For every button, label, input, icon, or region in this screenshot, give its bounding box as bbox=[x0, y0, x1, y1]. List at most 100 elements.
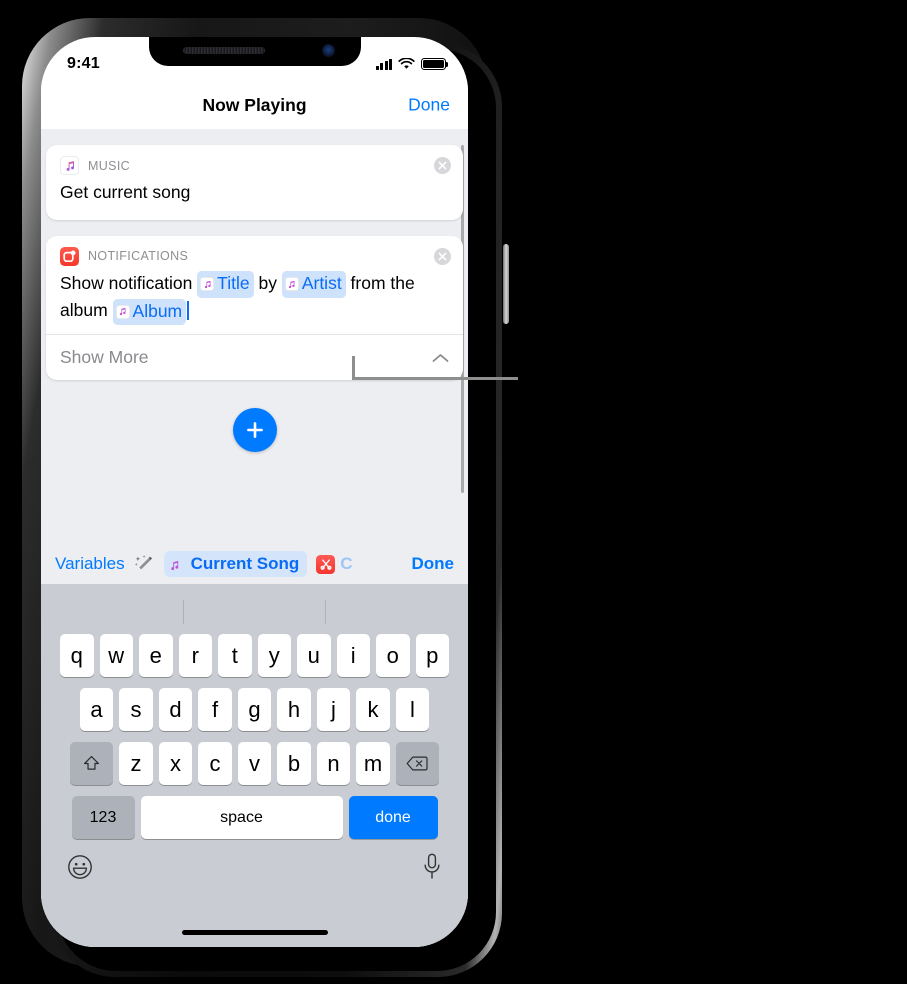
key-m[interactable]: m bbox=[356, 742, 390, 785]
key-l[interactable]: l bbox=[395, 688, 430, 731]
key-w[interactable]: w bbox=[99, 634, 133, 677]
text-segment: Show notification bbox=[60, 272, 198, 293]
front-camera-icon bbox=[321, 44, 335, 57]
key-g[interactable]: g bbox=[237, 688, 272, 731]
keyboard-row-2: a s d f g h j k l bbox=[41, 688, 468, 731]
token-label: Album bbox=[132, 300, 183, 321]
keyboard-row-4: 123 space done bbox=[41, 796, 468, 839]
notifications-icon bbox=[60, 246, 79, 266]
keyboard-bottom-row bbox=[41, 839, 468, 880]
token-label: Title bbox=[217, 273, 250, 294]
key-y[interactable]: y bbox=[257, 634, 291, 677]
text-cursor bbox=[187, 301, 190, 321]
keyboard-row-1: q w e r t y u i o p bbox=[41, 634, 468, 677]
cellular-signal-icon bbox=[375, 58, 392, 70]
emoji-icon[interactable] bbox=[67, 854, 93, 880]
variable-chip-shortcut[interactable]: C bbox=[316, 554, 353, 574]
key-f[interactable]: f bbox=[198, 688, 232, 731]
notification-text-field[interactable]: Show notification Title by Artist from t… bbox=[46, 269, 463, 335]
variables-button[interactable]: Variables bbox=[55, 554, 125, 574]
show-more-label: Show More bbox=[60, 347, 149, 368]
key-u[interactable]: u bbox=[297, 634, 331, 677]
action-app-label: MUSIC bbox=[88, 158, 131, 173]
key-r[interactable]: r bbox=[178, 634, 212, 677]
key-j[interactable]: j bbox=[316, 688, 351, 731]
add-action-row bbox=[45, 408, 464, 453]
notch bbox=[148, 37, 361, 66]
close-circle-icon[interactable] bbox=[434, 247, 451, 265]
add-action-button[interactable] bbox=[232, 408, 277, 453]
action-title: Get current song bbox=[60, 182, 191, 202]
status-time: 9:41 bbox=[67, 55, 100, 72]
keyboard-row-3: z x c v b n m bbox=[41, 742, 468, 785]
variable-token-title[interactable]: Title bbox=[197, 271, 254, 299]
page-title: Now Playing bbox=[202, 94, 307, 115]
key-a[interactable]: a bbox=[79, 688, 114, 731]
text-segment: by bbox=[253, 272, 282, 293]
variable-token-album[interactable]: Album bbox=[112, 298, 187, 326]
show-more-row[interactable]: Show More bbox=[46, 334, 463, 380]
key-h[interactable]: h bbox=[277, 688, 311, 731]
music-note-icon bbox=[284, 277, 299, 292]
backspace-key[interactable] bbox=[395, 742, 439, 785]
predictive-bar bbox=[41, 590, 468, 634]
numbers-key[interactable]: 123 bbox=[71, 796, 135, 839]
variable-chip-current-song[interactable]: Current Song bbox=[163, 551, 308, 577]
music-note-icon bbox=[200, 277, 215, 292]
wifi-icon bbox=[398, 58, 415, 69]
key-x[interactable]: x bbox=[158, 742, 193, 785]
on-screen-keyboard: q w e r t y u i o p a s d f g h j k l z … bbox=[41, 584, 468, 947]
status-indicators bbox=[375, 58, 449, 70]
divider bbox=[182, 600, 184, 624]
screenshot-root: 9:41 Now Playing Done MUSIC Get current … bbox=[0, 0, 907, 984]
nav-done-button[interactable]: Done bbox=[408, 95, 450, 116]
music-note-icon bbox=[169, 556, 186, 573]
key-k[interactable]: k bbox=[356, 688, 390, 731]
divider bbox=[325, 600, 327, 624]
shortcuts-icon bbox=[316, 554, 336, 574]
action-app-label: NOTIFICATIONS bbox=[88, 249, 189, 264]
key-t[interactable]: t bbox=[218, 634, 252, 677]
apple-music-icon bbox=[60, 156, 79, 175]
backspace-icon bbox=[406, 756, 428, 771]
action-header: MUSIC bbox=[46, 145, 463, 178]
variable-token-artist[interactable]: Artist bbox=[281, 271, 346, 299]
return-key[interactable]: done bbox=[348, 796, 438, 839]
key-z[interactable]: z bbox=[119, 742, 153, 785]
power-button[interactable] bbox=[503, 244, 509, 324]
key-d[interactable]: d bbox=[158, 688, 193, 731]
key-o[interactable]: o bbox=[376, 634, 410, 677]
navigation-bar: Now Playing Done bbox=[41, 81, 468, 129]
microphone-icon[interactable] bbox=[422, 853, 442, 880]
phone-screen: 9:41 Now Playing Done MUSIC Get current … bbox=[41, 37, 468, 947]
action-header: NOTIFICATIONS bbox=[46, 236, 463, 269]
chip-label: C bbox=[340, 554, 353, 573]
accessory-done-button[interactable]: Done bbox=[412, 554, 455, 574]
earpiece-speaker-icon bbox=[182, 47, 265, 54]
close-circle-icon[interactable] bbox=[434, 157, 451, 174]
key-n[interactable]: n bbox=[316, 742, 351, 785]
shift-key[interactable] bbox=[70, 742, 114, 785]
shift-icon bbox=[84, 755, 100, 770]
music-note-icon bbox=[115, 304, 130, 319]
home-indicator[interactable] bbox=[181, 930, 328, 935]
key-e[interactable]: e bbox=[139, 634, 173, 677]
key-p[interactable]: p bbox=[415, 634, 449, 677]
magic-wand-icon[interactable] bbox=[134, 554, 155, 575]
key-s[interactable]: s bbox=[119, 688, 153, 731]
key-v[interactable]: v bbox=[237, 742, 272, 785]
battery-full-icon bbox=[421, 58, 449, 70]
shortcut-editor: MUSIC Get current song NOTIFICATIONS Sho… bbox=[41, 129, 468, 947]
plus-icon bbox=[246, 422, 263, 439]
key-q[interactable]: q bbox=[60, 634, 94, 677]
chip-label: Current Song bbox=[190, 554, 300, 573]
space-key[interactable]: space bbox=[140, 796, 343, 839]
action-card-notifications[interactable]: NOTIFICATIONS Show notification Title by… bbox=[46, 235, 463, 381]
action-list: MUSIC Get current song NOTIFICATIONS Sho… bbox=[41, 129, 468, 453]
key-i[interactable]: i bbox=[336, 634, 370, 677]
action-card-music[interactable]: MUSIC Get current song bbox=[46, 145, 463, 220]
key-b[interactable]: b bbox=[277, 742, 311, 785]
chevron-up-icon bbox=[432, 354, 449, 362]
token-label: Artist bbox=[301, 273, 342, 294]
key-c[interactable]: c bbox=[198, 742, 232, 785]
